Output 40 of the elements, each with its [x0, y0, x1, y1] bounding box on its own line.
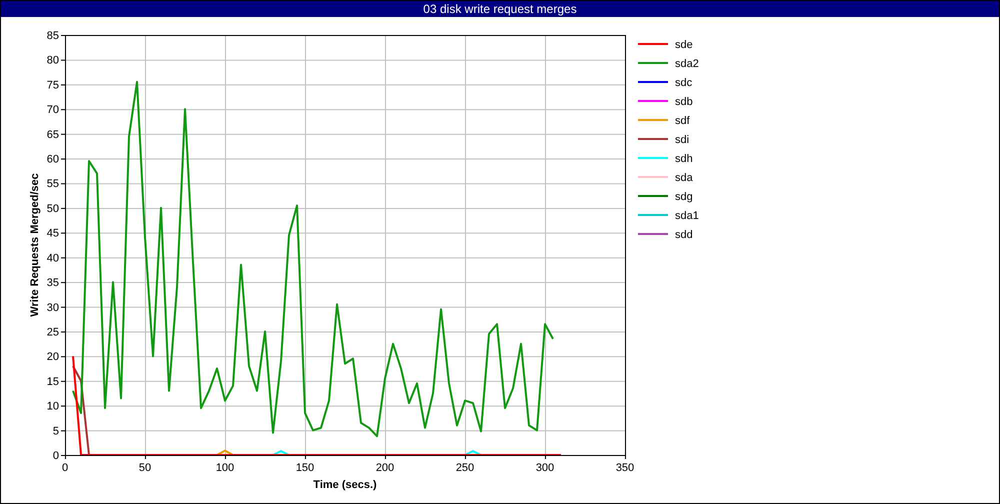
window-title: 03 disk write request merges [1, 1, 999, 17]
tick-label: 300 [536, 462, 554, 474]
tick-label: 150 [296, 462, 314, 474]
legend-label: sdb [675, 96, 693, 108]
tick-label: 10 [46, 400, 59, 413]
tick-label: 80 [46, 54, 59, 67]
tick-label: 35 [46, 277, 59, 290]
legend-label: sda2 [675, 58, 699, 70]
tick-label: 350 [616, 462, 634, 474]
tick-label: 45 [46, 228, 59, 240]
tick-label: 70 [46, 104, 59, 116]
legend-label: sdc [675, 77, 692, 89]
axis-title: Write Requests Merged/sec [29, 173, 41, 317]
legend-label: sde [675, 39, 693, 51]
tick-label: 85 [46, 30, 59, 42]
tick-label: 0 [52, 450, 59, 462]
tick-label: 0 [62, 462, 68, 474]
tick-label: 100 [216, 462, 234, 474]
tick-label: 30 [46, 302, 59, 314]
tick-label: 50 [46, 202, 59, 215]
tick-label: 5 [52, 425, 59, 438]
tick-label: 60 [46, 154, 59, 166]
legend-label: sda [675, 172, 693, 184]
axis-title: Time (secs.) [313, 479, 377, 491]
legend-label: sdg [675, 191, 693, 203]
legend-label: sdf [675, 115, 690, 127]
tick-label: 200 [376, 462, 394, 474]
legend-label: sdi [675, 134, 690, 146]
tick-label: 50 [138, 462, 152, 474]
legend-label: sdd [675, 229, 693, 241]
legend-label: sda1 [675, 210, 699, 222]
tick-label: 75 [46, 79, 59, 92]
tick-label: 250 [456, 462, 474, 474]
tick-label: 20 [46, 351, 59, 364]
tick-label: 40 [46, 252, 59, 264]
legend-label: sdh [675, 153, 693, 165]
tick-label: 25 [46, 326, 59, 338]
tick-label: 55 [46, 178, 59, 190]
tick-label: 15 [46, 376, 59, 388]
tick-label: 65 [46, 128, 59, 141]
